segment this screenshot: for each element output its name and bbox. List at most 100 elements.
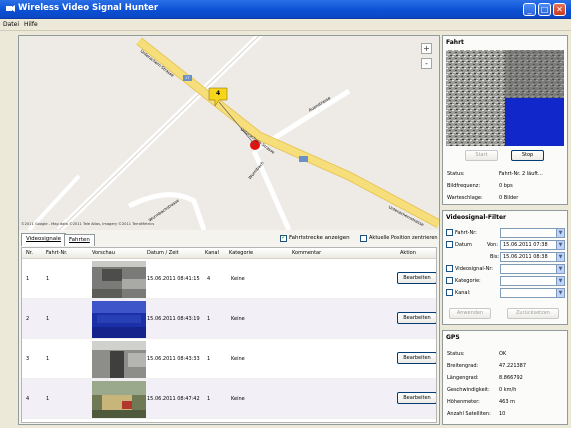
preview-thumbnail <box>92 381 146 418</box>
table-row[interactable]: 4 1 15.06.2011 08:47:42 1 Keine Bearbeit… <box>22 379 436 419</box>
chevron-down-icon: ▼ <box>556 277 564 285</box>
side-panel: Fahrt Start Stop Status: Fahrt-Nr. 2 läu… <box>442 35 568 425</box>
edit-button[interactable]: Bearbeiten <box>397 352 436 364</box>
signal-nr-checkbox[interactable] <box>446 265 453 272</box>
edit-button[interactable]: Bearbeiten <box>397 272 436 284</box>
videosignal-table: Nr. Fahrt-Nr. Vorschau Datum / Zeit Kana… <box>21 247 437 423</box>
cell-kanal: 4 <box>207 276 211 282</box>
altitude-value: 463 m <box>499 399 516 405</box>
fahrt-nr-checkbox[interactable] <box>446 229 453 236</box>
cell-nr: 1 <box>26 276 30 282</box>
edit-button[interactable]: Bearbeiten <box>397 392 436 404</box>
app-icon <box>6 5 15 12</box>
table-row[interactable]: 3 1 15.06.2011 08:43:33 1 Keine Bearbeit… <box>22 339 436 379</box>
signal-nr-label: Videosignal-Nr: <box>455 266 493 272</box>
tab-videosignale[interactable]: Videosignale <box>21 233 67 246</box>
col-kanal[interactable]: Kanal <box>205 250 219 256</box>
map-view[interactable]: Unterachern-Strasse Unterachern-Strasse … <box>19 36 439 230</box>
col-datum[interactable]: Datum / Zeit <box>147 250 179 256</box>
col-nr[interactable]: Nr. <box>26 250 33 256</box>
apply-button[interactable]: Anwenden <box>449 308 491 319</box>
gps-group: GPS Status: OK Breitengrad: 47.221387 Lä… <box>442 330 568 425</box>
edit-button[interactable]: Bearbeiten <box>397 312 436 324</box>
signal-nr-select[interactable]: ▼ <box>500 264 565 274</box>
altitude-label: Höhenmeter: <box>447 399 480 405</box>
latitude-label: Breitengrad: <box>447 363 479 369</box>
tab-fahrten-label: Fahrten <box>69 237 90 243</box>
fps-label: Bildfrequenz: <box>447 183 481 189</box>
col-kommentar[interactable]: Kommentar <box>292 250 321 256</box>
table-header: Nr. Fahrt-Nr. Vorschau Datum / Zeit Kana… <box>22 248 436 259</box>
show-route-checkbox[interactable] <box>280 234 287 242</box>
reset-button[interactable]: Zurücksetzen <box>507 308 559 319</box>
cell-kategorie: Keine <box>231 276 245 282</box>
zoom-out-button[interactable]: - <box>421 58 432 69</box>
cell-kanal: 1 <box>207 356 211 362</box>
kanal-checkbox[interactable] <box>446 289 453 296</box>
queue-label: Warteschlage: <box>447 195 483 201</box>
speed-label: Geschwindigkeit: <box>447 387 490 393</box>
cell-fahrt: 1 <box>46 396 50 402</box>
status-value: Fahrt-Nr. 2 läuft... <box>499 171 543 177</box>
bis-label: Bis: <box>490 254 500 260</box>
fahrt-group: Fahrt Start Stop Status: Fahrt-Nr. 2 läu… <box>442 35 568 205</box>
filter-group: Videosignal-Filter Fahrt-Nr: ▼ Datum Von… <box>442 210 568 325</box>
cell-nr: 2 <box>26 316 30 322</box>
center-position-label: Aktuelle Position zentrieren <box>369 235 438 241</box>
main-panel: Unterachern-Strasse Unterachern-Strasse … <box>18 35 440 425</box>
von-value: 15.06.2011 07:38 <box>503 242 548 248</box>
cell-kanal: 1 <box>207 316 211 322</box>
cell-datum: 15.06.2011 08:47:42 <box>147 396 200 402</box>
chevron-down-icon: ▼ <box>556 289 564 297</box>
longitude-value: 8.866792 <box>499 375 523 381</box>
start-button[interactable]: Start <box>465 150 498 161</box>
kanal-select[interactable]: ▼ <box>500 288 565 298</box>
center-position-checkbox[interactable] <box>360 235 367 242</box>
maximize-button[interactable]: □ <box>538 3 551 16</box>
col-vorschau[interactable]: Vorschau <box>92 250 115 256</box>
preview-thumbnail <box>92 301 146 338</box>
title-bar: Wireless Video Signal Hunter _ □ ✕ <box>0 0 571 19</box>
col-kategorie[interactable]: Kategorie <box>229 250 253 256</box>
fahrt-nr-select[interactable]: ▼ <box>500 228 565 238</box>
gps-status-value: OK <box>499 351 507 357</box>
stop-button[interactable]: Stop <box>511 150 544 161</box>
col-fahrt-nr[interactable]: Fahrt-Nr. <box>46 250 67 256</box>
map-canvas <box>27 36 439 230</box>
menu-hilfe[interactable]: Hilfe <box>24 21 38 28</box>
speed-value: 0 km/h <box>499 387 517 393</box>
latitude-value: 47.221387 <box>499 363 527 369</box>
kategorie-checkbox[interactable] <box>446 277 453 284</box>
cell-fahrt: 1 <box>46 316 50 322</box>
kategorie-label: Kategorie: <box>455 278 481 284</box>
tab-bar: Videosignale Fahrten Fahrtstrecke anzeig… <box>19 232 439 246</box>
zoom-in-button[interactable]: + <box>421 43 432 54</box>
kategorie-select[interactable]: ▼ <box>500 276 565 286</box>
fahrt-nr-label: Fahrt-Nr: <box>455 230 477 236</box>
chevron-down-icon: ▼ <box>556 241 564 249</box>
von-select[interactable]: 15.06.2011 07:38 ▼ <box>500 240 565 250</box>
satellites-label: Anzahl Satelliten: <box>447 411 491 417</box>
bis-value: 15.06.2011 08:38 <box>503 254 548 260</box>
minimize-button[interactable]: _ <box>523 3 536 16</box>
menu-datei[interactable]: Datei <box>3 21 19 28</box>
datum-label: Datum <box>455 242 472 248</box>
satellites-value: 10 <box>499 411 506 417</box>
datum-checkbox[interactable] <box>446 241 453 248</box>
bis-select[interactable]: 15.06.2011 08:38 ▼ <box>500 252 565 262</box>
table-row[interactable]: 1 1 15.06.2011 08:41:15 4 Keine Bearbeit… <box>22 259 436 299</box>
cell-nr: 4 <box>26 396 30 402</box>
tab-fahrten[interactable]: Fahrten <box>64 234 95 246</box>
col-aktion[interactable]: Aktion <box>400 250 416 256</box>
von-label: Von: <box>487 242 498 248</box>
close-button[interactable]: ✕ <box>553 3 566 16</box>
cell-nr: 3 <box>26 356 30 362</box>
window-title: Wireless Video Signal Hunter <box>18 3 159 13</box>
cell-kategorie: Keine <box>231 356 245 362</box>
cell-kategorie: Keine <box>231 396 245 402</box>
cell-fahrt: 1 <box>46 276 50 282</box>
menu-bar: Datei Hilfe <box>0 19 571 31</box>
chevron-down-icon: ▼ <box>556 253 564 261</box>
table-row[interactable]: 2 1 15.06.2011 08:43:19 1 Keine Bearbeit… <box>22 299 436 339</box>
cell-fahrt: 1 <box>46 356 50 362</box>
